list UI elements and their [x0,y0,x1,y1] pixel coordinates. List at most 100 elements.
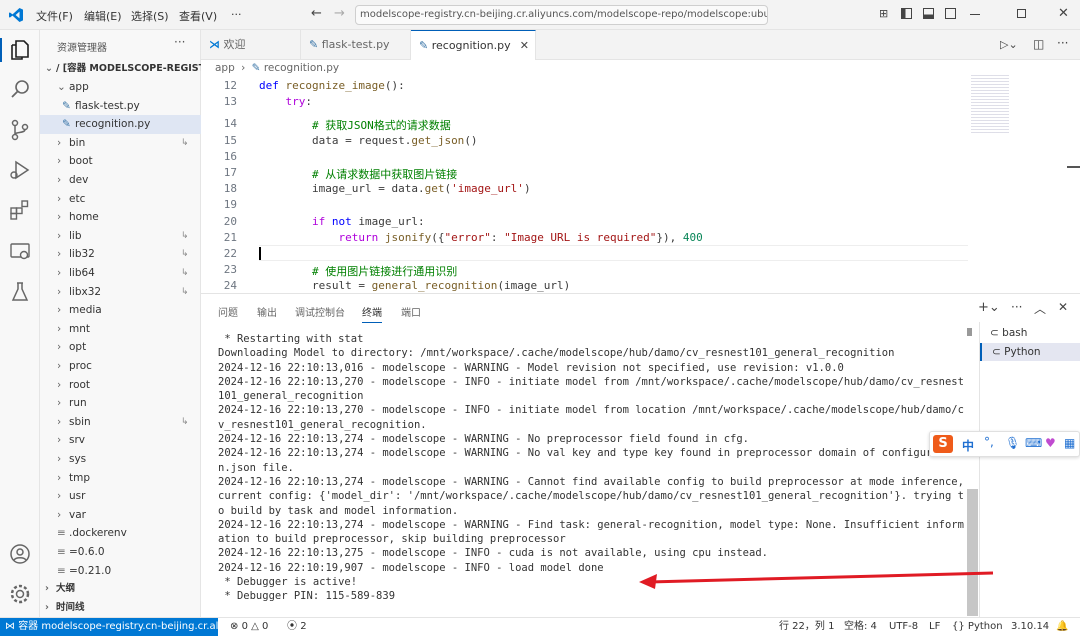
editor-more-icon[interactable]: ··· [1057,36,1068,50]
terminal-item-python[interactable]: ⊂ Python [980,343,1080,361]
folder-item[interactable]: › root [40,376,201,395]
file-item[interactable]: ≡ =0.6.0 [40,543,201,562]
tab-recognition[interactable]: ✎ recognition.py ✕ [411,30,536,60]
maximize-panel-icon[interactable]: ︿ [1034,300,1046,317]
layout-customize-icon[interactable]: ⊞ [879,7,888,20]
ime-toolbar[interactable]: S 中 °, 🎙 ⌨ ♥ ▦ [929,431,1080,457]
code-line[interactable]: result = general_recognition(image_url) [259,279,570,292]
source-control-icon[interactable] [8,118,32,142]
file-item[interactable]: ≡ =0.21.0 [40,562,201,581]
split-editor-icon[interactable]: ◫ [1033,37,1044,51]
folder-item[interactable]: › etc [40,190,201,209]
file-item[interactable]: ≡ .dockerenv [40,524,201,543]
outline-section[interactable]: › 大纲 [40,579,201,598]
folder-item[interactable]: › run [40,394,201,413]
toggle-sidebar-icon[interactable] [901,8,912,19]
folder-item[interactable]: › dev [40,171,201,190]
account-icon[interactable] [8,542,32,566]
file-item[interactable]: ✎ recognition.py [40,115,201,135]
folder-item[interactable]: › sys [40,450,201,469]
panel-tab-ports[interactable]: 端口 [401,304,421,319]
microphone-icon[interactable]: 🎙 [1005,436,1020,450]
settings-gear-icon[interactable] [8,582,32,606]
skin-icon[interactable]: ♥ [1045,436,1056,450]
breadcrumb-folder[interactable]: app [215,62,235,74]
folder-item[interactable]: › tmp [40,469,201,488]
code-line[interactable]: data = request.get_json() [259,134,478,147]
workspace-root[interactable]: ⌄ / [容器 MODELSCOPE-REGISTR... [40,59,223,78]
minimize-icon[interactable] [970,14,980,15]
menu-more[interactable]: ··· [231,8,242,21]
folder-item[interactable]: › sbin ↳ [40,413,201,432]
terminal-scroll-up[interactable] [967,328,972,336]
remote-indicator[interactable]: ⋈ 容器 modelscope-registry.cn-beijing.cr.a… [0,618,218,636]
file-item[interactable]: ✎ flask-test.py [40,97,201,116]
panel-tab-output[interactable]: 输出 [257,304,277,319]
extensions-icon[interactable] [8,198,32,222]
terminal-output[interactable]: * Restarting with stat Downloading Model… [218,332,968,604]
run-debug-icon[interactable] [8,158,32,182]
ports-status[interactable]: ⦿ 2 [287,618,307,635]
toolbox-grid-icon[interactable]: ▦ [1064,436,1075,450]
remote-explorer-icon[interactable] [8,240,32,264]
end-of-line[interactable]: LF [929,618,940,635]
forward-arrow-icon[interactable]: → [334,6,345,21]
folder-item[interactable]: › lib ↳ [40,227,201,246]
panel-tab-terminal[interactable]: 终端 [362,304,382,323]
restore-icon[interactable] [1017,9,1026,18]
folder-item[interactable]: › boot [40,152,201,171]
folder-item[interactable]: › lib64 ↳ [40,264,201,283]
code-line[interactable]: return jsonify({"error": "Image URL is r… [259,231,702,244]
panel-more-icon[interactable]: ··· [1011,300,1022,314]
folder-item[interactable]: › var [40,506,201,525]
code-line[interactable]: # 使用图片链接进行通用识别 [259,263,457,279]
timeline-section[interactable]: › 时间线 [40,598,201,617]
problems-status[interactable]: ⊗ 0 △ 0 [230,618,268,635]
explorer-icon[interactable] [8,38,32,62]
tab-welcome[interactable]: ⋊ 欢迎 [201,30,301,60]
code-editor[interactable]: app › ✎ recognition.py 12 def recognize_i… [201,60,1080,293]
terminal-item-bash[interactable]: ⊂ bash [980,324,1080,342]
toggle-panel-icon[interactable] [923,8,934,19]
keyboard-icon[interactable]: ⌨ [1025,436,1042,450]
language-mode[interactable]: {} Python [952,618,1003,635]
folder-item[interactable]: › usr [40,487,201,506]
breadcrumb-file[interactable]: recognition.py [264,62,339,74]
folder-item[interactable]: › media [40,301,201,320]
terminal-scrollbar-thumb[interactable] [967,489,978,616]
menu-file[interactable]: 文件(F) [36,8,73,24]
close-window-icon[interactable]: ✕ [1058,6,1069,21]
punctuation-icon[interactable]: °, [984,435,994,449]
panel-tab-debug-console[interactable]: 调试控制台 [295,304,345,319]
encoding[interactable]: UTF-8 [889,618,918,635]
folder-item[interactable]: › srv [40,431,201,450]
code-line[interactable]: # 从请求数据中获取图片链接 [259,166,457,182]
run-python-icon[interactable]: ▷⌄ [1000,38,1018,51]
ime-language[interactable]: 中 [962,437,974,454]
testing-flask-icon[interactable] [8,280,32,304]
folder-item[interactable]: › opt [40,338,201,357]
folder-item[interactable]: › lib32 ↳ [40,245,201,264]
new-terminal-icon[interactable]: +⌄ [978,300,1000,315]
code-line[interactable]: try: [259,95,313,108]
notifications-icon[interactable]: 🔔 [1056,618,1068,635]
more-actions-icon[interactable]: ··· [174,35,185,49]
folder-item[interactable]: › home [40,208,201,227]
close-tab-icon[interactable]: ✕ [520,31,529,61]
back-arrow-icon[interactable]: ← [311,6,322,21]
panel-tab-problems[interactable]: 问题 [218,304,238,319]
tab-flask-test[interactable]: ✎ flask-test.py [301,30,411,60]
code-line[interactable]: def recognize_image(): [259,79,405,92]
python-version[interactable]: 3.10.14 [1011,618,1049,635]
code-line[interactable]: # 获取JSON格式的请求数据 [259,117,451,133]
folder-item[interactable]: › bin ↳ [40,134,201,153]
code-line[interactable]: if not image_url: [259,215,425,228]
folder-item[interactable]: › libx32 ↳ [40,283,201,302]
folder-item[interactable]: ⌄ app [40,78,201,97]
folder-item[interactable]: › proc [40,357,201,376]
search-icon[interactable] [8,78,32,102]
code-line[interactable]: image_url = data.get('image_url') [259,182,531,195]
menu-edit[interactable]: 编辑(E) [84,8,122,24]
close-panel-icon[interactable]: ✕ [1058,300,1068,314]
toggle-secondary-sidebar-icon[interactable] [945,8,956,19]
